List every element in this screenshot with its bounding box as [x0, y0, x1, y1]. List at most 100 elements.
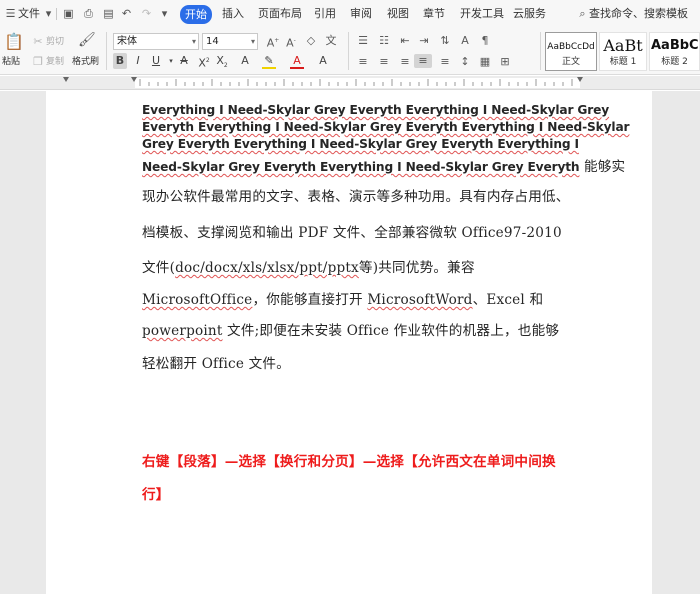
text-run: Need-Skylar Grey Everyth Everything I Ne…: [142, 160, 580, 174]
text-run: 现办公软件最常用的文字、表格、演示等多种功用。具有内存占用低、: [142, 189, 570, 205]
style-heading-2[interactable]: AaBbC 标题 2: [649, 32, 700, 71]
bold-button[interactable]: B: [113, 53, 127, 69]
clear-format-icon[interactable]: ◇: [304, 34, 318, 48]
copy-icon[interactable]: ❐: [32, 55, 44, 69]
chevron-down-icon[interactable]: ▾: [164, 53, 178, 69]
paste-button[interactable]: 粘贴: [2, 57, 20, 68]
copy-button[interactable]: 复制: [46, 57, 64, 68]
chevron-down-icon: ▾: [250, 37, 255, 46]
style-preview: AaBbCcDd: [547, 42, 595, 52]
cut-button[interactable]: 剪切: [46, 37, 64, 48]
show-marks-icon[interactable]: ¶: [478, 34, 492, 48]
sort-icon[interactable]: ⇅: [438, 34, 452, 48]
tab-2[interactable]: 页面布局: [258, 7, 302, 21]
decrease-indent-icon[interactable]: ⇤: [398, 34, 412, 48]
align-right-icon[interactable]: ≡: [398, 55, 412, 69]
text-run: 能够实: [579, 159, 626, 175]
style-heading-1[interactable]: AaBt 标题 1: [599, 32, 647, 71]
search-command[interactable]: 查找命令、搜索模板: [589, 7, 688, 21]
numbering-icon[interactable]: ☷: [377, 34, 391, 48]
document-line: 档模板、支撑阅览和输出 PDF 文件、全部兼容微软 Office97-2010: [142, 221, 562, 241]
increase-indent-icon[interactable]: ⇥: [417, 34, 431, 48]
style-normal[interactable]: AaBbCcDd 正文: [545, 32, 597, 71]
tab-5[interactable]: 视图: [387, 7, 409, 21]
subscript-button[interactable]: X2: [215, 53, 229, 69]
tab-0[interactable]: 开始: [180, 5, 212, 24]
justify-icon[interactable]: ≡: [414, 54, 432, 68]
menu-icon[interactable]: ☰: [4, 7, 17, 20]
text-run: ，你能够直接打开: [252, 292, 368, 308]
underline-button[interactable]: U: [149, 53, 163, 69]
document-line: Need-Skylar Grey Everyth Everything I Ne…: [142, 155, 625, 175]
instruction-text: 右键【段落】—选择【换行和分页】—选择【允许西文在单词中间换: [142, 454, 556, 470]
text-run: 轻松翻开 Office 文件。: [142, 356, 291, 372]
char-border-button[interactable]: A: [316, 53, 330, 69]
ruler-ticks: [63, 77, 583, 86]
distributed-icon[interactable]: ≡: [438, 55, 452, 69]
font-name-select[interactable]: 宋体 ▾: [113, 33, 199, 50]
tab-7[interactable]: 开发工具: [460, 7, 504, 21]
text-run: 档模板、支撑阅览和输出 PDF 文件、全部兼容微软 Office97-2010: [142, 225, 562, 241]
text-run: 文件(: [142, 260, 176, 276]
search-icon[interactable]: ⌕: [576, 7, 589, 20]
italic-button[interactable]: I: [131, 53, 145, 69]
horizontal-ruler[interactable]: [0, 76, 700, 90]
chevron-down-icon[interactable]: ▾: [158, 7, 171, 20]
divider: [106, 32, 107, 70]
highlight-button[interactable]: ✎: [262, 53, 276, 69]
format-painter-button[interactable]: 格式刷: [72, 57, 99, 68]
chevron-down-icon: ▾: [191, 37, 196, 46]
tab-3[interactable]: 引用: [314, 7, 336, 21]
text-run: Grey Everyth Everything I Need-Skylar Gr…: [142, 137, 579, 151]
ribbon-toolbar: 📋 粘贴 ✂ 剪切 ❐ 复制 🖌 格式刷 宋体 ▾ 14 ▾ A+ A- ◇ 文…: [0, 28, 700, 75]
tab-8[interactable]: 云服务: [513, 7, 546, 21]
strikethrough-button[interactable]: A: [177, 53, 191, 69]
font-color-button[interactable]: A: [290, 53, 304, 69]
font-size-select[interactable]: 14 ▾: [202, 33, 258, 50]
text-run: 、Excel 和: [472, 292, 544, 308]
align-left-icon[interactable]: ≡: [356, 55, 370, 69]
text-run: Everything I Need-Skylar Grey Everyth Ev…: [142, 103, 610, 117]
style-caption: 正文: [561, 57, 580, 67]
font-size-value: 14: [206, 36, 219, 47]
cut-icon[interactable]: ✂: [32, 35, 44, 49]
chevron-down-icon[interactable]: ▾: [42, 7, 55, 20]
menu-bar: ☰ 文件 ▾ ▣ ⎙ ▤ ↶ ↷ ▾ 开始 插入 页面布局 引用 审阅 视图 章节 开发工具云…: [0, 0, 700, 28]
paste-icon[interactable]: 📋: [4, 32, 24, 52]
text-effect-button[interactable]: A: [238, 53, 252, 69]
document-canvas: Everything I Need-Skylar Grey Everyth Ev…: [0, 91, 700, 594]
borders-icon[interactable]: ⊞: [498, 55, 512, 69]
print-icon[interactable]: ⎙: [82, 7, 95, 20]
text-run: doc/docx/xls/xlsx/ppt/pptx: [175, 260, 359, 276]
chinese-layout-icon[interactable]: A: [458, 34, 472, 48]
document-line: 轻松翻开 Office 文件。: [142, 352, 290, 372]
superscript-button[interactable]: X2: [197, 53, 211, 70]
document-line: MicrosoftOffice，你能够直接打开 MicrosoftWord、Ex…: [142, 288, 543, 308]
shading-icon[interactable]: ▦: [478, 55, 492, 69]
pinyin-icon[interactable]: 文: [324, 34, 338, 48]
shrink-font-icon[interactable]: A-: [284, 34, 298, 51]
tab-4[interactable]: 审阅: [350, 7, 372, 21]
text-run: MicrosoftWord: [367, 292, 473, 308]
document-line: Grey Everyth Everything I Need-Skylar Gr…: [142, 133, 579, 152]
bullets-icon[interactable]: ☰: [356, 34, 370, 48]
line-spacing-icon[interactable]: ↕: [458, 55, 472, 69]
redo-icon[interactable]: ↷: [140, 7, 153, 20]
tab-1[interactable]: 插入: [222, 7, 244, 21]
save-icon[interactable]: ▣: [62, 7, 75, 20]
style-caption: 标题 2: [661, 57, 688, 67]
style-preview: AaBbC: [651, 38, 699, 53]
document-line: 行】: [142, 483, 170, 503]
print-preview-icon[interactable]: ▤: [102, 7, 115, 20]
tab-6[interactable]: 章节: [423, 7, 445, 21]
grow-font-icon[interactable]: A+: [266, 34, 280, 51]
divider: [348, 32, 349, 70]
align-center-icon[interactable]: ≡: [377, 55, 391, 69]
format-painter-icon[interactable]: 🖌: [78, 33, 96, 47]
undo-icon[interactable]: ↶: [120, 7, 133, 20]
document-page[interactable]: Everything I Need-Skylar Grey Everyth Ev…: [46, 91, 652, 594]
instruction-text: 行】: [142, 487, 170, 503]
font-name-value: 宋体: [117, 36, 137, 47]
text-run: 文件;即便在未安装 Office 作业软件的机器上，也能够: [222, 323, 560, 339]
file-menu[interactable]: 文件: [18, 7, 40, 21]
